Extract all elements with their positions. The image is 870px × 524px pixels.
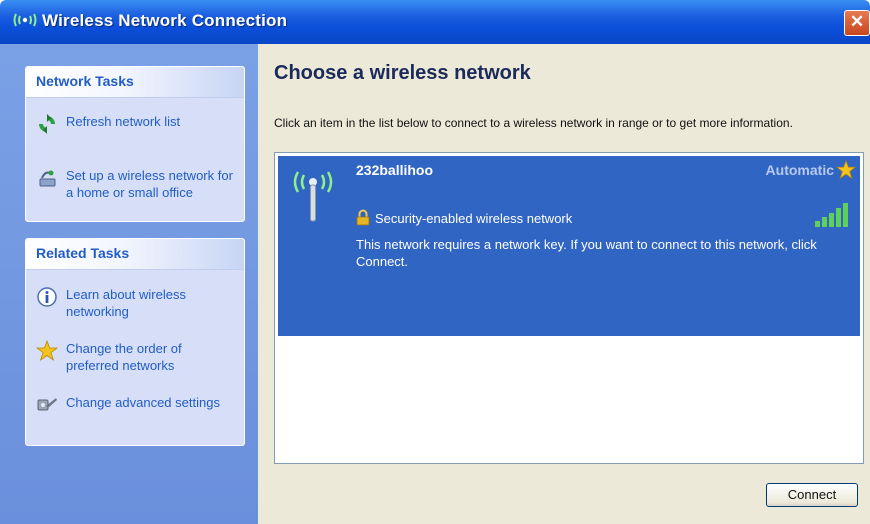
connect-button[interactable]: Connect	[766, 483, 858, 507]
connection-type-label: Automatic	[765, 162, 834, 178]
network-item-232ballihoo[interactable]: 232ballihoo Automatic Security-enabled w…	[278, 156, 860, 336]
learn-about-wireless-label: Learn about wireless networking	[66, 287, 186, 319]
wireless-network-window: Wireless Network Connection ✕ Network Ta…	[0, 0, 870, 524]
network-list[interactable]: 232ballihoo Automatic Security-enabled w…	[274, 152, 864, 464]
window-title: Wireless Network Connection	[42, 11, 288, 30]
star-icon	[36, 340, 58, 362]
network-chooser-pane: Choose a wireless network Click an item …	[258, 44, 870, 524]
change-network-order-label: Change the order of preferred networks	[66, 341, 182, 373]
close-button[interactable]: ✕	[844, 10, 870, 36]
change-advanced-settings-link[interactable]: Change advanced settings	[36, 394, 236, 416]
wizard-icon	[39, 170, 56, 187]
page-title: Choose a wireless network	[274, 62, 531, 84]
refresh-network-list-link[interactable]: Refresh network list	[36, 113, 236, 135]
network-name: 232ballihoo	[356, 162, 434, 178]
related-tasks-panel: Related Tasks Learn about wireless netwo…	[25, 238, 245, 446]
refresh-icon	[39, 114, 55, 134]
info-icon	[37, 287, 57, 307]
wireless-antenna-icon	[13, 13, 37, 27]
lock-icon	[356, 209, 370, 226]
star-icon	[836, 160, 856, 180]
title-bar[interactable]: Wireless Network Connection ✕	[0, 0, 870, 44]
task-sidebar: Network Tasks Refresh network list Set u…	[0, 44, 258, 524]
wireless-antenna-icon	[293, 171, 333, 222]
setup-wireless-network-label: Set up a wireless network for a home or …	[66, 168, 233, 200]
settings-icon	[37, 398, 57, 411]
network-tasks-title: Network Tasks	[36, 73, 134, 89]
setup-wireless-network-link[interactable]: Set up a wireless network for a home or …	[36, 167, 236, 201]
refresh-network-list-label: Refresh network list	[66, 114, 181, 129]
security-status: Security-enabled wireless network	[375, 211, 573, 226]
related-tasks-title: Related Tasks	[36, 245, 130, 261]
change-network-order-link[interactable]: Change the order of preferred networks	[36, 340, 236, 374]
instruction-text: Click an item in the list below to conne…	[274, 116, 793, 130]
network-tasks-panel: Network Tasks Refresh network list Set u…	[25, 66, 245, 222]
change-advanced-settings-label: Change advanced settings	[66, 395, 220, 410]
signal-strength-icon	[815, 203, 848, 227]
network-description: This network requires a network key. If …	[356, 237, 817, 269]
learn-about-wireless-link[interactable]: Learn about wireless networking	[36, 286, 236, 320]
